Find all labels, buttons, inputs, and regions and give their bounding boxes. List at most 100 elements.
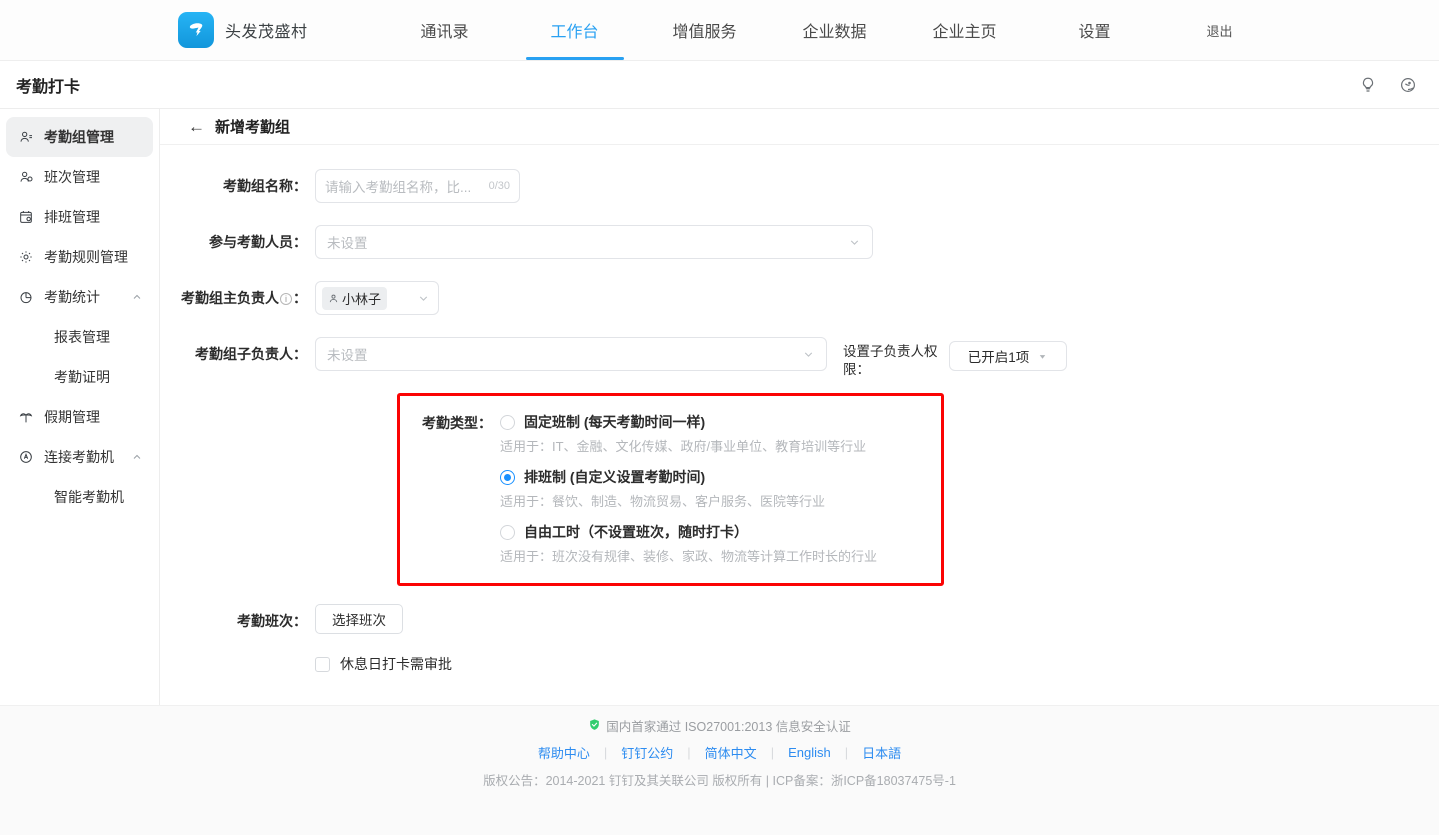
label-participants: 参与考勤人员： [160,225,315,259]
chevron-down-icon [848,236,861,249]
label-shift: 考勤班次： [160,604,315,638]
form-title: 新增考勤组 [215,116,290,137]
sidebar-subitem-report-management[interactable]: 报表管理 [6,317,153,357]
page-title: 考勤打卡 [16,73,80,97]
chevron-up-icon[interactable] [131,451,143,463]
field-participants: 参与考勤人员： 未设置 [160,225,1439,259]
tab-contacts[interactable]: 通讯录 [380,0,510,60]
chevron-down-icon [417,292,432,305]
radio-option-scheduled-line[interactable]: 排班制 (自定义设置考勤时间) [500,467,941,487]
sidebar-item-attendance-rules[interactable]: 考勤规则管理 [6,237,153,277]
sub-owner-permission-select[interactable]: 已开启1项 [949,341,1067,371]
copyright-text: 版权公告：2014-2021 钉钉及其关联公司 版权所有 | ICP备案：浙IC… [483,770,956,789]
sidebar-item-schedule-management[interactable]: 排班管理 [6,197,153,237]
radio-option-flexible[interactable]: 自由工时（不设置班次，随时打卡） 适用于：班次没有规律、装修、家政、物流等计算工… [500,522,941,565]
pie-chart-icon [16,289,36,305]
tab-enterprise-data[interactable]: 企业数据 [770,0,900,60]
tab-workbench[interactable]: 工作台 [510,0,640,60]
group-name-counter: 0/30 [485,180,510,192]
gear-icon [16,249,36,265]
back-arrow-icon[interactable]: ← [188,118,205,135]
back-bar: ← 新增考勤组 [160,109,1439,145]
radio-icon[interactable] [500,525,515,540]
customer-service-icon[interactable] [1399,76,1417,94]
radio-option-fixed-line[interactable]: 固定班制 (每天考勤时间一样) [500,412,941,432]
sidebar-item-attendance-group[interactable]: 考勤组管理 [6,117,153,157]
footer-link-japanese[interactable]: 日本語 [848,743,915,762]
footer-link-simplified-chinese[interactable]: 简体中文 [691,743,771,762]
sub-owner-select[interactable]: 未设置 [315,337,827,371]
footer-link-dingtalk-convention[interactable]: 钉钉公约 [607,743,687,762]
sidebar: 考勤组管理 班次管理 排班管理 [0,109,160,705]
footer-link-english[interactable]: English [774,745,845,760]
sidebar-item-attendance-statistics[interactable]: 考勤统计 [6,277,153,317]
logout-button[interactable]: 退出 [1170,0,1270,60]
page-body: 考勤组管理 班次管理 排班管理 [0,109,1439,705]
lightbulb-icon[interactable] [1359,76,1377,94]
group-name-placeholder: 请输入考勤组名称，比... [325,176,471,196]
radio-option-scheduled[interactable]: 排班制 (自定义设置考勤时间) 适用于：餐饮、制造、物流贸易、客户服务、医院等行… [500,467,941,510]
sidebar-label: 排班管理 [44,207,143,227]
radio-icon[interactable] [500,415,515,430]
attendance-group-icon [16,129,36,145]
tab-enterprise-homepage[interactable]: 企业主页 [900,0,1030,60]
select-shift-button[interactable]: 选择班次 [315,604,403,634]
group-name-input[interactable]: 请输入考勤组名称，比... 0/30 [315,169,520,203]
device-icon [16,449,36,465]
tab-value-added-services[interactable]: 增值服务 [640,0,770,60]
field-main-owner: 考勤组主负责人i： 小林子 [160,281,1439,315]
participants-value: 未设置 [327,232,368,252]
field-attendance-type: 考勤类型： 固定班制 (每天考勤时间一样) 适用于：IT、金融、文化传媒、政府/… [400,412,941,565]
radio-option-scheduled-desc: 适用于：餐饮、制造、物流贸易、客户服务、医院等行业 [500,491,941,510]
footer-links: 帮助中心 | 钉钉公约 | 简体中文 | English | 日本語 [524,743,915,762]
checkbox-rest-day-label: 休息日打卡需审批 [340,654,452,674]
tab-settings[interactable]: 设置 [1030,0,1160,60]
sidebar-item-holiday-management[interactable]: 假期管理 [6,397,153,437]
attendance-type-highlight-box: 考勤类型： 固定班制 (每天考勤时间一样) 适用于：IT、金融、文化传媒、政府/… [397,393,944,586]
radio-option-fixed[interactable]: 固定班制 (每天考勤时间一样) 适用于：IT、金融、文化传媒、政府/事业单位、教… [500,412,941,455]
sidebar-subitem-smart-device[interactable]: 智能考勤机 [6,477,153,517]
header-icon-group [1359,76,1417,94]
sidebar-label: 考勤组管理 [44,127,143,147]
view-instructions-link[interactable]: 查看说明 [790,705,842,706]
sidebar-item-shift-management[interactable]: 班次管理 [6,157,153,197]
brand: 头发茂盛村 [178,0,308,60]
sidebar-subitem-attendance-certificate[interactable]: 考勤证明 [6,357,153,397]
checkbox-icon[interactable] [315,657,330,672]
sub-owner-value: 未设置 [327,344,368,364]
radio-option-flexible-title: 自由工时（不设置班次，随时打卡） [524,522,748,542]
chevron-up-icon[interactable] [131,291,143,303]
radio-option-fixed-title: 固定班制 (每天考勤时间一样) [524,412,705,432]
participants-select[interactable]: 未设置 [315,225,873,259]
label-main-owner-colon: ： [293,290,307,306]
radio-option-flexible-line[interactable]: 自由工时（不设置班次，随时打卡） [500,522,941,542]
checkbox-rest-day-approval[interactable]: 休息日打卡需审批 [160,654,1439,674]
checkbox-self-shift-selection[interactable]: 未排班时，员工可选择班次打卡 减轻管理员排班负担，同时支持事后排班 查看说明 [160,704,1439,705]
main-owner-select[interactable]: 小林子 [315,281,439,315]
person-chip: 小林子 [322,287,387,310]
person-icon [328,293,339,304]
label-attendance-type: 考勤类型： [400,412,500,433]
schedule-icon [16,209,36,225]
chevron-down-icon [802,348,815,361]
shield-check-icon [588,718,601,734]
main-content: ← 新增考勤组 考勤组名称： 请输入考勤组名称，比... 0/30 参与考勤人员… [160,109,1439,705]
certification-text: 国内首家通过 ISO27001:2013 信息安全认证 [606,716,851,735]
dingtalk-logo-icon [178,12,214,48]
field-shift: 考勤班次： 选择班次 [160,604,1439,638]
info-icon[interactable]: i [280,293,292,305]
field-group-name: 考勤组名称： 请输入考勤组名称，比... 0/30 [160,169,1439,203]
nav-tabs: 通讯录 工作台 增值服务 企业数据 企业主页 设置 退出 [380,0,1270,60]
sidebar-label: 考勤统计 [44,287,131,307]
sidebar-item-connect-device[interactable]: 连接考勤机 [6,437,153,477]
checkbox-self-shift-label: 未排班时，员工可选择班次打卡 [340,704,536,705]
footer-link-help-center[interactable]: 帮助中心 [524,743,604,762]
person-chip-name: 小林子 [342,289,381,308]
brand-name: 头发茂盛村 [225,18,308,42]
radio-icon-selected[interactable] [500,470,515,485]
footer: 国内首家通过 ISO27001:2013 信息安全认证 帮助中心 | 钉钉公约 … [0,705,1439,835]
label-sub-owner: 考勤组子负责人： [160,337,315,371]
sidebar-label: 班次管理 [44,167,143,187]
top-navigation-bar: 头发茂盛村 通讯录 工作台 增值服务 企业数据 企业主页 设置 退出 [0,0,1439,61]
page-header: 考勤打卡 [0,61,1439,109]
